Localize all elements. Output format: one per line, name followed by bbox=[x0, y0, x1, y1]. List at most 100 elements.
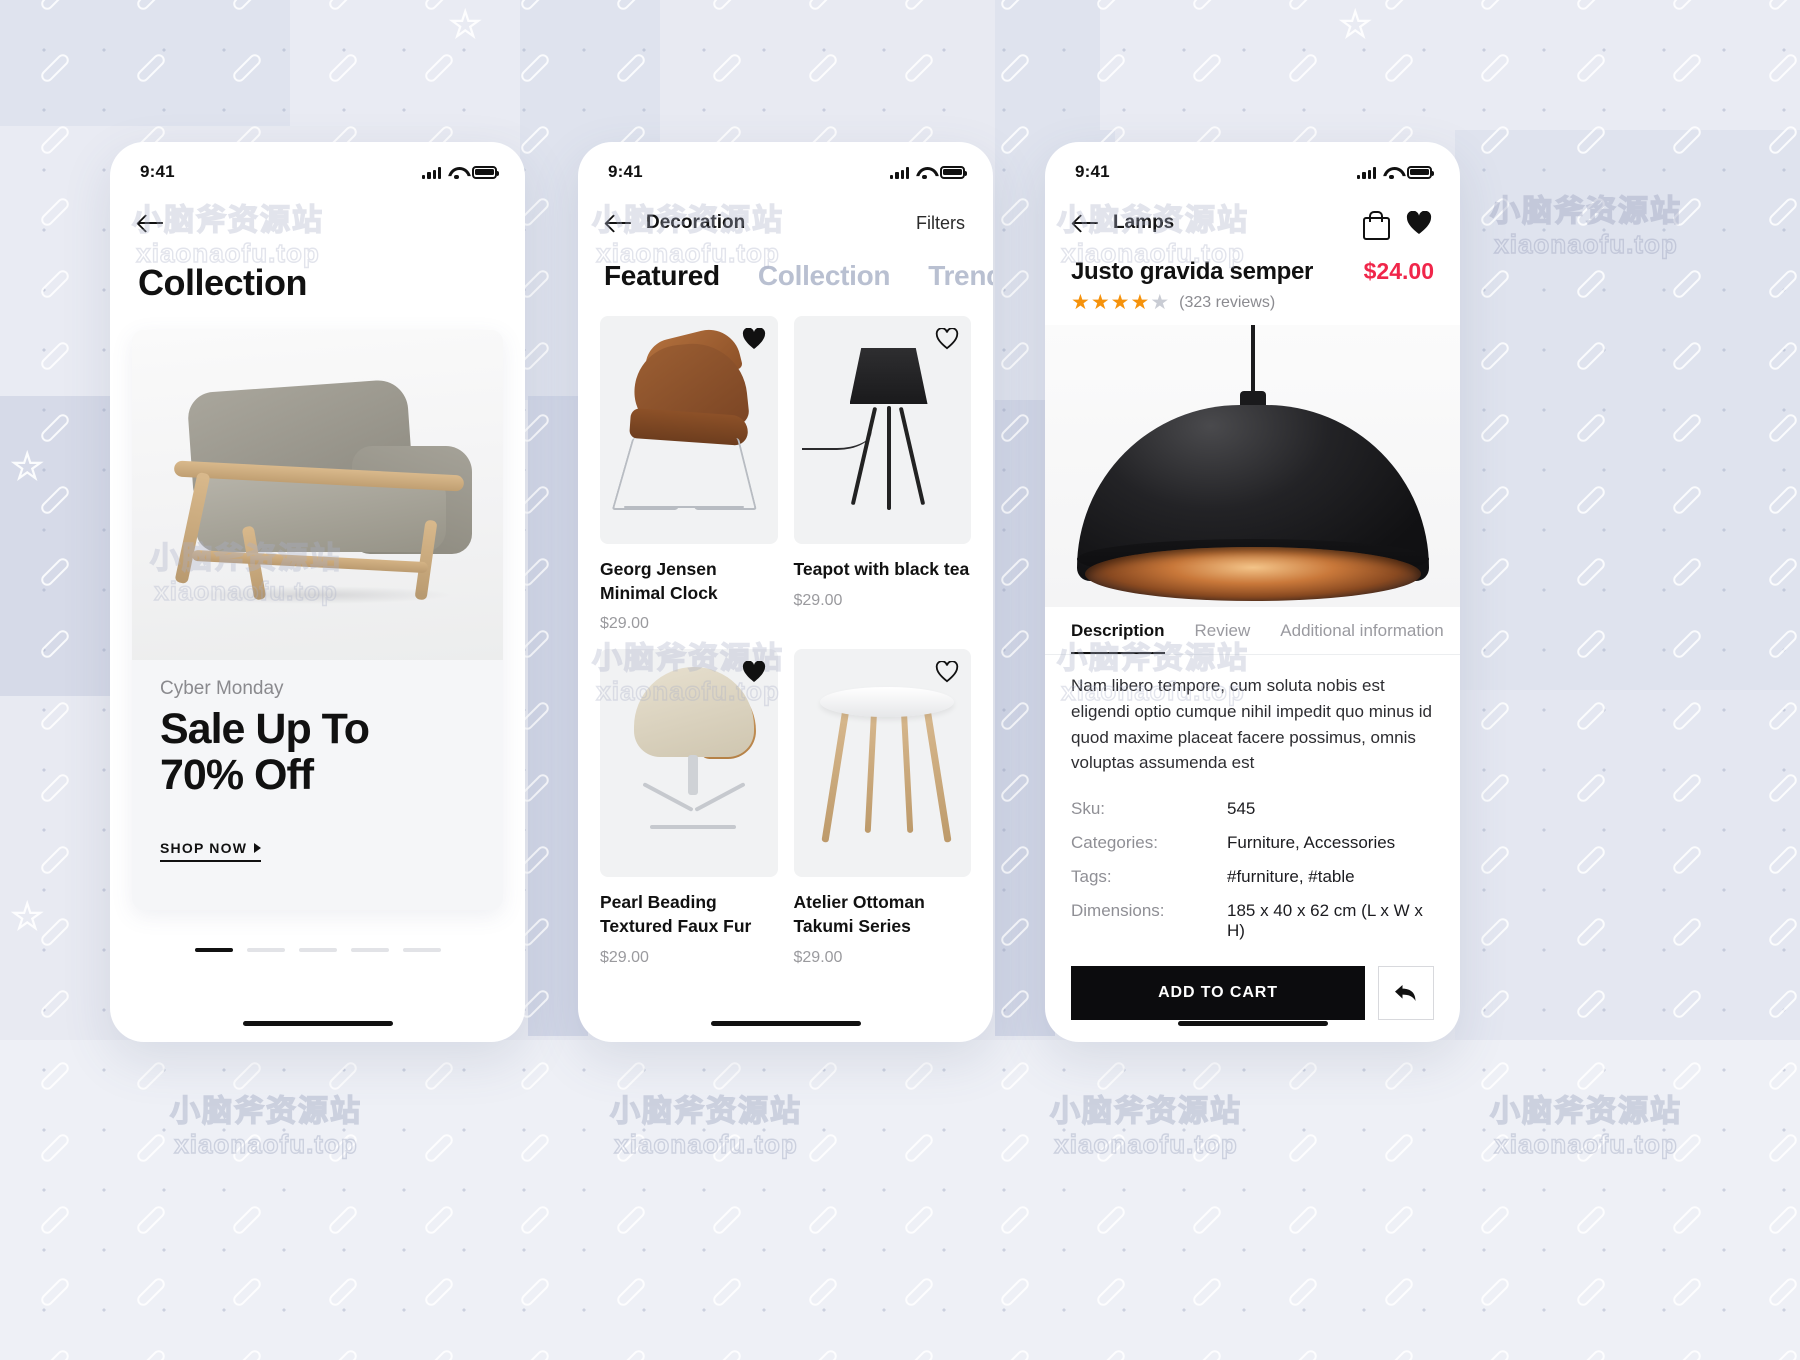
promo-headline-line2: 70% Off bbox=[160, 751, 314, 800]
tab-additional-information[interactable]: Additional information bbox=[1280, 621, 1443, 654]
play-triangle-icon bbox=[254, 843, 262, 853]
lamp-inner-glow bbox=[1084, 547, 1421, 601]
reply-arrow-icon[interactable] bbox=[1378, 966, 1434, 1021]
nav-bar: Lamps bbox=[1045, 194, 1460, 248]
cellular-signal-icon bbox=[422, 166, 441, 179]
status-bar: 9:41 bbox=[578, 142, 993, 194]
product-name: Atelier Ottoman Takumi Series bbox=[793, 892, 925, 936]
spec-key: Tags: bbox=[1071, 867, 1112, 887]
armchair-illustration bbox=[152, 350, 487, 650]
shopping-bag-icon[interactable] bbox=[1363, 211, 1390, 240]
back-arrow-icon[interactable] bbox=[1073, 213, 1099, 233]
product-price: $29.00 bbox=[793, 591, 843, 609]
status-time: 9:41 bbox=[1075, 162, 1110, 181]
tab-collection[interactable]: Collection bbox=[758, 260, 891, 292]
heart-outline-icon[interactable] bbox=[935, 328, 959, 350]
pagination-dot-4[interactable] bbox=[350, 948, 389, 952]
product-specs: Sku: 545 Categories: Furniture, Accessor… bbox=[1045, 776, 1460, 948]
star-empty-icon: ★ bbox=[1150, 291, 1170, 314]
rating-stars: ★ ★ ★ ★ ★ bbox=[1071, 292, 1169, 313]
pagination-dot-5[interactable] bbox=[402, 948, 441, 952]
product-card[interactable]: Pearl Beading Textured Faux Fur $29.00 bbox=[600, 649, 778, 966]
status-time: 9:41 bbox=[608, 162, 643, 181]
product-image bbox=[793, 316, 971, 544]
product-name: Teapot with black tea bbox=[793, 559, 970, 579]
filters-button[interactable]: Filters bbox=[916, 213, 965, 234]
spec-value: Furniture, Accessories bbox=[1227, 833, 1396, 853]
phone-screen-decoration: 9:41 Decoration Filters Featured Collect… bbox=[578, 142, 993, 1042]
shop-now-label: SHOP NOW bbox=[160, 840, 248, 856]
product-title: Justo gravida semper bbox=[1071, 258, 1314, 285]
product-grid: Georg Jensen Minimal Clock $29.00 Teapot… bbox=[578, 294, 993, 967]
status-bar: 9:41 bbox=[110, 142, 525, 194]
product-card[interactable]: Teapot with black tea $29.00 bbox=[793, 316, 971, 633]
star-filled-icon: ★ bbox=[1130, 291, 1150, 314]
product-image bbox=[600, 316, 778, 544]
spec-key: Dimensions: bbox=[1071, 901, 1165, 921]
back-arrow-icon[interactable] bbox=[606, 213, 632, 233]
cellular-signal-icon bbox=[890, 166, 909, 179]
product-name: Pearl Beading Textured Faux Fur bbox=[600, 892, 752, 936]
heart-filled-icon[interactable] bbox=[742, 661, 766, 683]
pagination-dot-2[interactable] bbox=[246, 948, 285, 952]
battery-icon bbox=[1407, 165, 1434, 179]
review-count: (323 reviews) bbox=[1179, 293, 1276, 311]
detail-tabs[interactable]: Description Review Additional informatio… bbox=[1045, 607, 1460, 655]
tab-trending[interactable]: Trending bbox=[928, 260, 993, 292]
carousel-pagination[interactable] bbox=[110, 948, 525, 952]
star-filled-icon: ★ bbox=[1090, 291, 1110, 314]
phone-screen-collection: 9:41 Collection Cyber Monday Sale Up To … bbox=[110, 142, 525, 1042]
wifi-icon bbox=[448, 166, 465, 180]
product-card[interactable]: Atelier Ottoman Takumi Series $29.00 bbox=[793, 649, 971, 966]
product-image bbox=[600, 649, 778, 878]
promo-kicker: Cyber Monday bbox=[160, 678, 284, 699]
nav-title: Lamps bbox=[1113, 212, 1175, 233]
product-price: $29.00 bbox=[600, 948, 649, 966]
product-price: $24.00 bbox=[1363, 258, 1434, 284]
nav-bar: Decoration Filters bbox=[578, 194, 993, 248]
spec-value: 185 x 40 x 62 cm (L x W x H) bbox=[1227, 901, 1423, 941]
heart-filled-icon[interactable] bbox=[1406, 211, 1432, 235]
product-name: Georg Jensen Minimal Clock bbox=[600, 559, 718, 603]
spec-value: 545 bbox=[1227, 799, 1256, 819]
product-card[interactable]: Georg Jensen Minimal Clock $29.00 bbox=[600, 316, 778, 633]
spec-row: Sku: 545 bbox=[1071, 792, 1434, 826]
product-price: $29.00 bbox=[793, 948, 843, 966]
status-time: 9:41 bbox=[140, 162, 175, 181]
add-to-cart-button[interactable]: ADD TO CART bbox=[1071, 966, 1365, 1021]
product-price: $29.00 bbox=[600, 615, 649, 633]
home-indicator bbox=[242, 1020, 393, 1026]
promo-image bbox=[132, 330, 503, 660]
spec-row: Tags: #furniture, #table bbox=[1071, 860, 1434, 894]
nav-bar bbox=[110, 194, 525, 248]
category-tabs[interactable]: Featured Collection Trending bbox=[578, 248, 993, 294]
battery-icon bbox=[940, 165, 967, 179]
pagination-dot-1[interactable] bbox=[194, 948, 233, 952]
lamp-cord bbox=[1250, 325, 1255, 397]
back-arrow-icon[interactable] bbox=[138, 213, 164, 233]
wifi-icon bbox=[1383, 166, 1400, 180]
pagination-dot-3[interactable] bbox=[298, 948, 337, 952]
battery-icon bbox=[472, 165, 499, 179]
spec-key: Categories: bbox=[1071, 833, 1158, 853]
product-image[interactable] bbox=[1045, 325, 1460, 607]
spec-row: Dimensions: 185 x 40 x 62 cm (L x W x H) bbox=[1071, 894, 1434, 948]
heart-filled-icon[interactable] bbox=[742, 328, 766, 350]
spec-value: #furniture, #table bbox=[1227, 867, 1355, 887]
tab-review[interactable]: Review bbox=[1195, 621, 1251, 654]
product-header: Justo gravida semper $24.00 bbox=[1045, 248, 1460, 286]
tab-featured[interactable]: Featured bbox=[604, 260, 720, 292]
wifi-icon bbox=[916, 166, 933, 180]
spec-row: Categories: Furniture, Accessories bbox=[1071, 826, 1434, 860]
product-description: Nam libero tempore, cum soluta nobis est… bbox=[1071, 676, 1432, 773]
star-filled-icon: ★ bbox=[1071, 291, 1090, 314]
tab-description[interactable]: Description bbox=[1071, 621, 1165, 654]
home-indicator bbox=[1177, 1020, 1328, 1026]
shop-now-button[interactable]: SHOP NOW bbox=[160, 840, 262, 862]
phone-screen-product-detail: 9:41 Lamps Justo gravida semper $24.00 ★… bbox=[1045, 142, 1460, 1042]
promo-card[interactable]: Cyber Monday Sale Up To 70% Off SHOP NOW… bbox=[132, 330, 503, 910]
product-image bbox=[793, 649, 971, 878]
home-indicator bbox=[710, 1020, 861, 1026]
nav-title: Decoration bbox=[646, 212, 746, 233]
heart-outline-icon[interactable] bbox=[935, 661, 959, 683]
